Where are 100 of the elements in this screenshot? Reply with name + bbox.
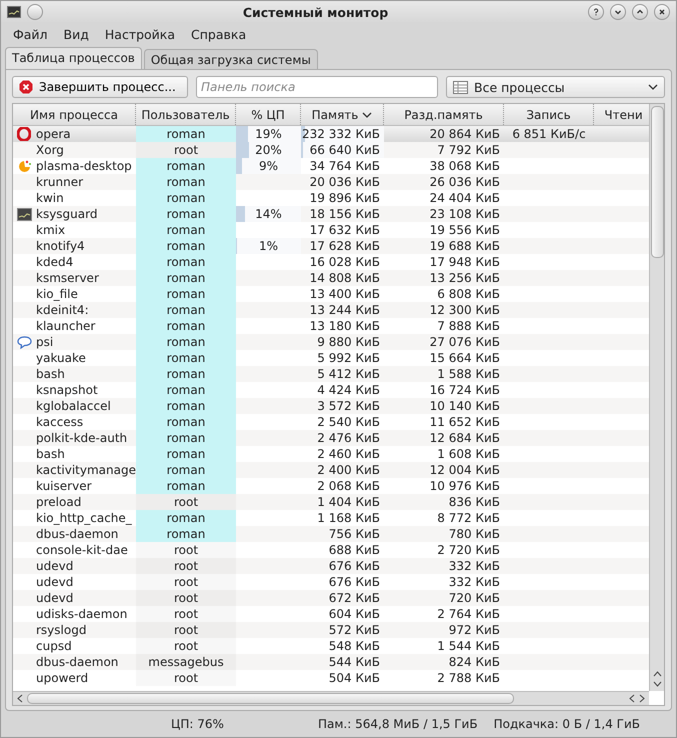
minimize-button[interactable]	[610, 4, 626, 20]
shared-memory-cell-text: 23 108 КиБ	[428, 206, 501, 222]
shared-memory-cell-text: 2 720 КиБ	[436, 542, 501, 558]
menu-item[interactable]: Настройка	[96, 26, 184, 42]
process-name: kio_file	[36, 286, 78, 302]
user-cell: root	[136, 558, 236, 574]
kill-process-button[interactable]: Завершить процесс...	[12, 76, 188, 98]
memory-value: 17 632 КиБ	[310, 223, 380, 237]
scroll-down-icon[interactable]	[652, 681, 662, 687]
column-header[interactable]: Разд.память	[384, 104, 504, 125]
process-row[interactable]: ksmserver roman 14 808 КиБ 13 256 КиБ	[13, 270, 649, 286]
process-row[interactable]: kactivitymanage roman 2 400 КиБ 12 004 КиБ	[13, 462, 649, 478]
process-row[interactable]: udevd root 672 КиБ 720 КиБ	[13, 590, 649, 606]
opera-icon	[17, 127, 31, 141]
memory-value: 676 КиБ	[328, 575, 380, 589]
menu-item[interactable]: Файл	[5, 26, 56, 42]
process-row[interactable]: opera roman 19% 232 332 КиБ 20 864 КиБ 6 851 КиБ/с	[13, 126, 649, 142]
process-row[interactable]: rsyslogd root 572 КиБ 972 КиБ	[13, 622, 649, 638]
memory-value: 604 КиБ	[328, 607, 380, 621]
process-row[interactable]: bash roman 5 412 КиБ 1 588 КиБ	[13, 366, 649, 382]
shared-memory-cell-text: 12 684 КиБ	[428, 430, 501, 446]
process-row[interactable]: krunner roman 20 036 КиБ 26 036 КиБ	[13, 174, 649, 190]
process-name: plasma-desktop	[36, 158, 132, 174]
process-name: dbus-daemon	[36, 526, 118, 542]
shared-memory-cell-text: 1 588 КиБ	[436, 366, 501, 382]
user-cell: root	[136, 142, 236, 158]
process-name: kmix	[36, 222, 66, 238]
maximize-button[interactable]	[632, 4, 648, 20]
tab[interactable]: Таблица процессов	[5, 47, 142, 69]
shared-memory-cell-text: 19 556 КиБ	[428, 222, 501, 238]
column-header[interactable]: Память	[301, 104, 384, 125]
user-cell: root	[136, 590, 236, 606]
process-row[interactable]: kglobalaccel roman 3 572 КиБ 10 140 КиБ	[13, 398, 649, 414]
shared-memory-cell-text: 26 036 КиБ	[428, 174, 501, 190]
menu-item[interactable]: Вид	[56, 26, 97, 42]
shared-memory-cell-text: 824 КиБ	[448, 654, 501, 670]
user-cell: roman	[136, 446, 236, 462]
process-filter-dropdown[interactable]: Все процессы	[446, 76, 665, 98]
scroll-right-icon[interactable]	[639, 694, 645, 703]
user-cell: roman	[136, 254, 236, 270]
user-cell: roman	[136, 366, 236, 382]
process-name: krunner	[36, 174, 84, 190]
memory-value: 548 КиБ	[328, 639, 380, 653]
menu-item[interactable]: Справка	[183, 26, 254, 42]
column-header[interactable]: Пользователь	[136, 104, 236, 125]
cpu-value: 20%	[255, 143, 282, 157]
process-row[interactable]: udevd root 676 КиБ 332 КиБ	[13, 558, 649, 574]
help-button[interactable]	[588, 4, 604, 20]
window-title: Системный монитор	[242, 4, 390, 20]
scrollbar-thumb[interactable]	[650, 106, 664, 258]
column-header[interactable]: Имя процесса	[13, 104, 136, 125]
scroll-left-icon[interactable]	[629, 694, 635, 703]
user-cell: roman	[136, 478, 236, 494]
process-row[interactable]: preload root 1 404 КиБ 836 КиБ	[13, 494, 649, 510]
user-cell: roman	[136, 382, 236, 398]
horizontal-scrollbar[interactable]	[13, 691, 649, 705]
chevron-down-icon	[648, 84, 658, 90]
column-header[interactable]: % ЦП	[236, 104, 301, 125]
shared-memory-cell-text: 15 664 КиБ	[428, 350, 501, 366]
process-row[interactable]: psi roman 9 880 КиБ 27 076 КиБ	[13, 334, 649, 350]
shared-memory-cell-text: 16 724 КиБ	[428, 382, 501, 398]
status-text: Пам.: 564,8 МиБ / 1,5 ГиБ	[318, 717, 478, 731]
shared-memory-cell-text: 10 976 КиБ	[428, 478, 501, 494]
process-row[interactable]: Xorg root 20% 66 640 КиБ 7 792 КиБ	[13, 142, 649, 158]
process-name: Xorg	[36, 142, 64, 158]
stop-icon	[19, 80, 33, 94]
user-cell: roman	[136, 270, 236, 286]
memory-value: 14 808 КиБ	[310, 271, 380, 285]
process-row[interactable]: knotify4 roman 1% 17 628 КиБ 19 688 КиБ	[13, 238, 649, 254]
chevron-up-icon	[636, 8, 644, 16]
memory-value: 688 КиБ	[328, 543, 380, 557]
process-row[interactable]: dbus-daemon roman 756 КиБ 780 КиБ	[13, 526, 649, 542]
user-cell: roman	[136, 526, 236, 542]
user-cell: root	[136, 670, 236, 686]
process-name: kactivitymanage	[36, 462, 136, 478]
search-field[interactable]: Панель поиска	[196, 76, 438, 98]
process-name: bash	[36, 366, 65, 382]
user-cell: roman	[136, 190, 236, 206]
shared-memory-cell-text: 2 764 КиБ	[436, 606, 501, 622]
monitor-app-icon	[7, 6, 21, 18]
column-header[interactable]: Запись	[504, 104, 594, 125]
plasma-icon	[16, 158, 32, 174]
close-button[interactable]	[654, 4, 670, 20]
memory-value: 572 КиБ	[328, 623, 380, 637]
scroll-up-icon[interactable]	[652, 671, 662, 677]
process-name: cupsd	[36, 638, 72, 654]
process-row[interactable]: polkit-kde-auth roman 2 476 КиБ 12 684 КиБ	[13, 430, 649, 446]
pin-button[interactable]	[27, 4, 43, 20]
process-row[interactable]: kdeinit4: roman 13 244 КиБ 12 300 КиБ	[13, 302, 649, 318]
scrollbar-thumb[interactable]	[27, 693, 514, 704]
write-rate-cell-text: 6 851 КиБ/с	[511, 126, 587, 142]
tab[interactable]: Общая загрузка системы	[144, 49, 318, 69]
shared-memory-cell-text: 7 888 КиБ	[436, 318, 501, 334]
process-row[interactable]: ksysguard roman 14% 18 156 КиБ 23 108 КиБ	[13, 206, 649, 222]
memory-value: 66 640 КиБ	[310, 143, 380, 157]
process-row[interactable]: dbus-daemon messagebus 544 КиБ 824 КиБ	[13, 654, 649, 670]
cpu-value: 9%	[258, 159, 278, 173]
scroll-left-icon[interactable]	[17, 694, 23, 703]
vertical-scrollbar[interactable]	[649, 104, 664, 691]
shared-memory-cell-text: 17 948 КиБ	[428, 254, 501, 270]
